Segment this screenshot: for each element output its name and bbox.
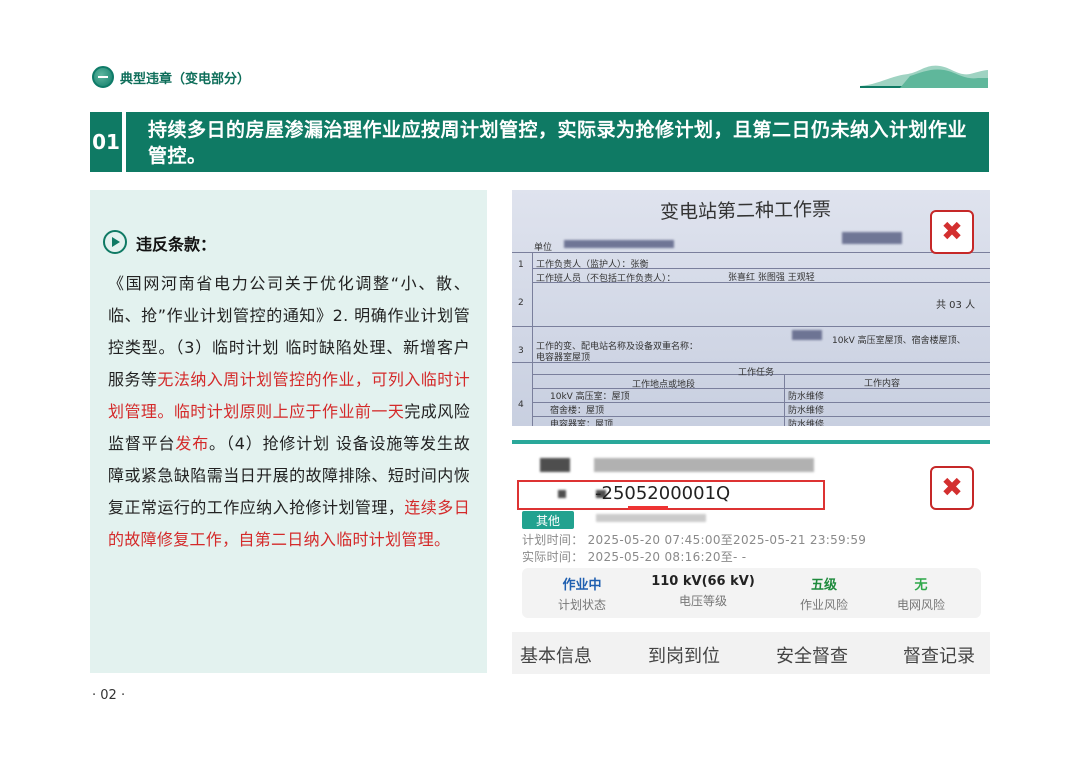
ticket-row-b2: 防水维修 <box>788 406 825 416</box>
stat-voltage: 110 kV(66 kV) 电压等级 <box>648 574 758 609</box>
tab-inspection-records[interactable]: 督查记录 <box>903 642 975 668</box>
ticket-row-a3: 电容器室：屋顶 <box>550 420 614 426</box>
code-underline <box>628 506 668 510</box>
ticket-unit-label: 单位 <box>534 243 553 253</box>
section-title: 违反条款： <box>136 235 217 254</box>
stat-label: 电压等级 <box>678 594 727 608</box>
ticket-row-a2: 宿舍楼：屋顶 <box>550 406 605 416</box>
ticket-row2-count: 共 03 人 <box>936 300 976 311</box>
violation-title: 持续多日的房屋渗漏治理作业应按周计划管控，实际录为抢修计划，且第二日仍未纳入计划… <box>126 112 989 172</box>
decorative-hills-icon <box>860 65 988 88</box>
stat-value: 无 <box>914 578 928 593</box>
ticket-task-header: 工作任务 <box>738 368 775 378</box>
company-logo-icon <box>92 66 114 88</box>
actual-time: 实际时间： 2025-05-20 08:16:20至- - <box>522 550 747 564</box>
ticket-title: 变电站第二种工作票 <box>659 198 832 224</box>
ticket-row1: 工作负责人（监护人）：张衡 <box>536 260 649 270</box>
ticket-col-b: 工作内容 <box>864 379 901 389</box>
stat-grid-risk: 无 电网风险 <box>866 574 976 613</box>
category-tag: 其他 <box>522 511 574 529</box>
ticket-row-number: 4 <box>518 400 524 410</box>
ticket-row-number: 1 <box>518 260 524 270</box>
ticket-row-b1: 防水维修 <box>788 392 825 402</box>
ticket-col-a: 工作地点或地段 <box>632 380 696 390</box>
stat-label: 作业风险 <box>799 598 848 612</box>
item-number: 01 <box>90 112 122 172</box>
ticket-row3-value2: 电容器室屋顶 <box>536 353 591 363</box>
ticket-row1b: 工作班人员（不包括工作负责人）： <box>536 274 676 284</box>
tab-basic-info[interactable]: 基本信息 <box>520 642 592 668</box>
stat-plan-status: 作业中 计划状态 <box>527 574 637 613</box>
stat-label: 电网风险 <box>896 598 945 612</box>
wrong-mark-icon: ✖ <box>930 466 974 510</box>
ticket-row-number: 3 <box>518 346 524 356</box>
stat-work-risk: 五级 作业风险 <box>769 574 879 613</box>
ticket-row-number: 2 <box>518 298 524 308</box>
stat-value: 作业中 <box>562 578 602 593</box>
plan-time: 计划时间： 2025-05-20 07:45:00至2025-05-21 23:… <box>522 533 867 547</box>
ticket-row1c: 张喜红 张图强 王观轻 <box>728 273 815 283</box>
clause-text: 《国网河南省电力公司关于优化调整“小、散、临、抢”作业计划管控的通知》2. 明确… <box>108 268 470 556</box>
ticket-row3-value: 10kV 高压室屋顶、宿舍楼屋顶、 <box>832 336 966 346</box>
stat-value: 五级 <box>810 578 837 593</box>
page-number: · 02 · <box>92 688 126 703</box>
wrong-mark-icon: ✖ <box>930 210 974 254</box>
tab-safety-inspection[interactable]: 安全督查 <box>776 642 848 668</box>
clause-p2-highlight: 发布 <box>175 434 210 453</box>
play-icon <box>103 230 127 254</box>
header-title: 典型违章（变电部分） <box>120 72 251 87</box>
stat-label: 计划状态 <box>557 598 606 612</box>
ticket-row-b3: 防水维修 <box>788 420 825 426</box>
stat-value: 110 kV(66 kV) <box>651 574 755 589</box>
work-ticket-photo: 单位 1 工作负责人（监护人）：张衡 工作班人员（不包括工作负责人）： 张喜红 … <box>512 190 990 426</box>
tab-on-site[interactable]: 到岗到位 <box>648 642 720 668</box>
plan-code: -2505200001Q <box>595 483 731 504</box>
ticket-row-a1: 10kV 高压室：屋顶 <box>550 392 630 402</box>
